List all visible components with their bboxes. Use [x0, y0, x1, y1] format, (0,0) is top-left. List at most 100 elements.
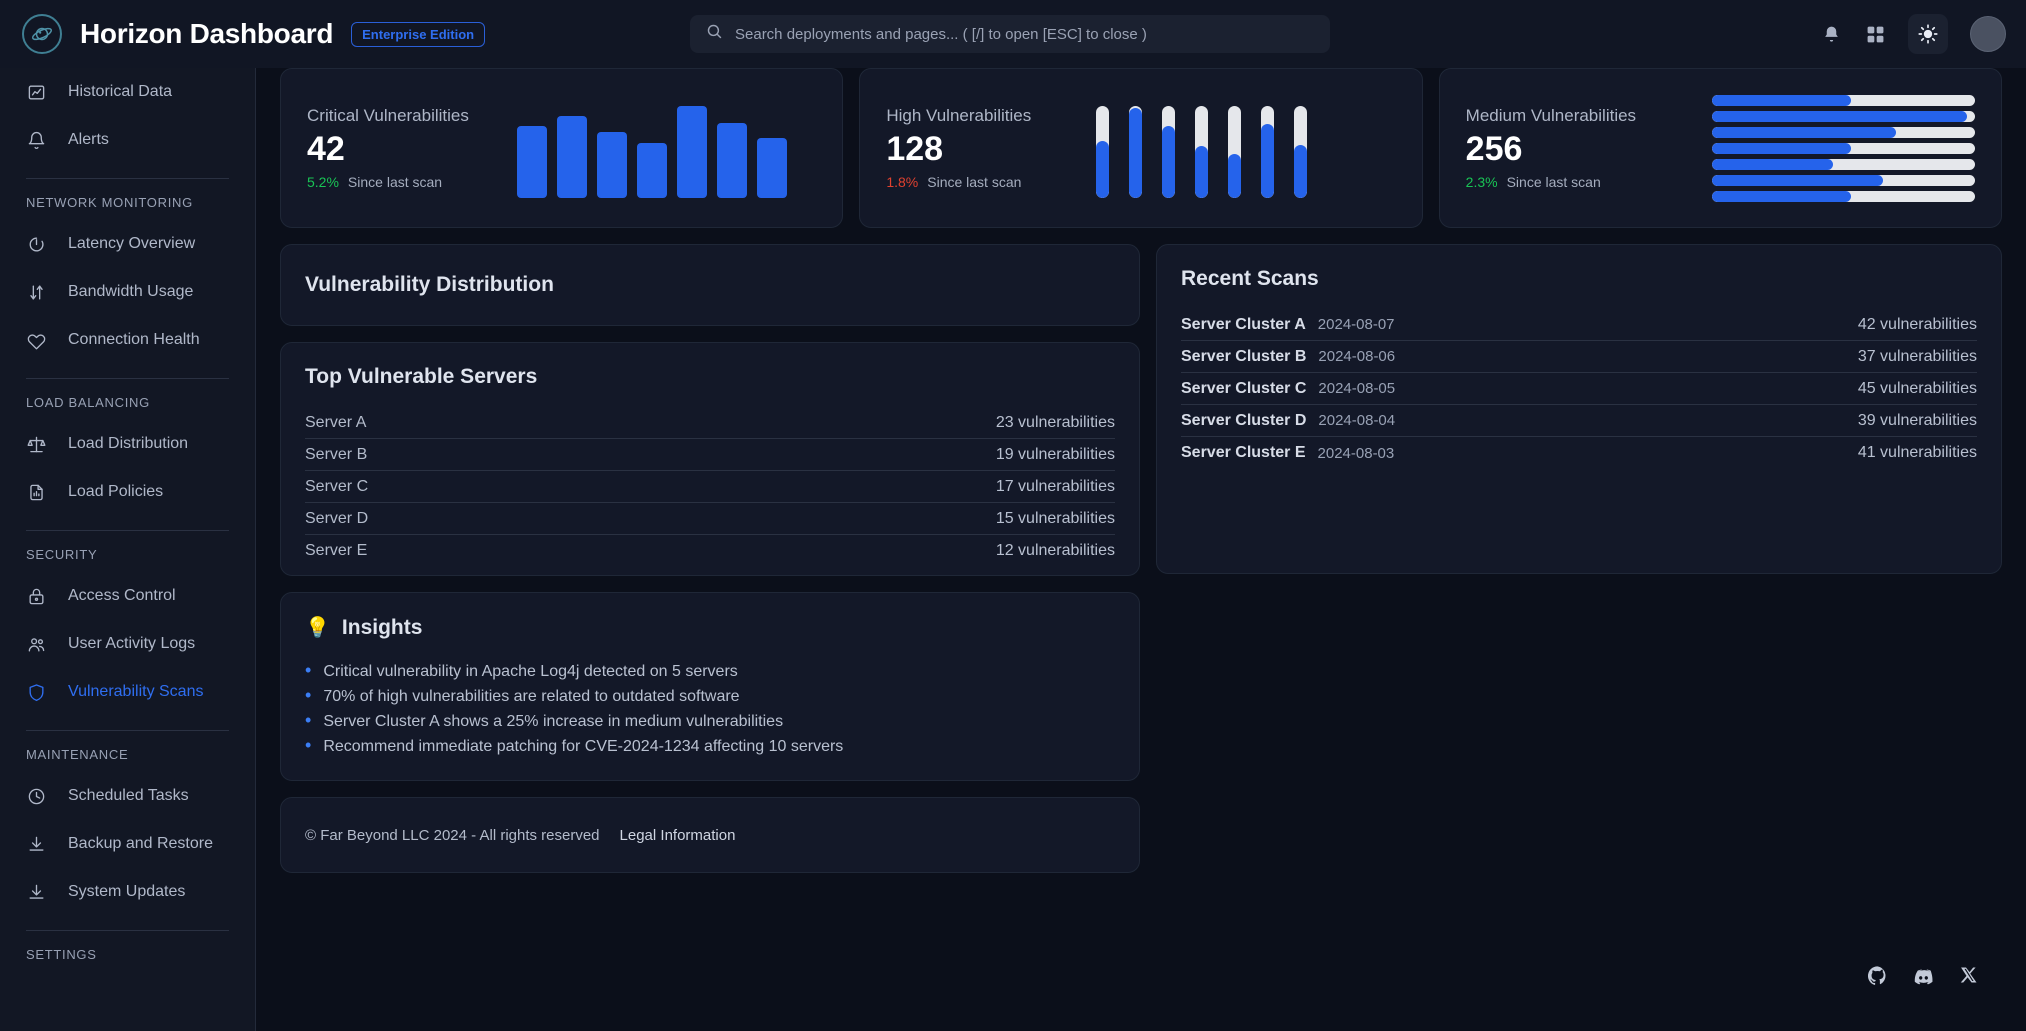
footer-copyright: © Far Beyond LLC 2024 - All rights reser… [305, 826, 600, 844]
stat-text: High Vulnerabilities 128 1.8% Since last… [886, 106, 1096, 189]
delta-note: Since last scan [347, 173, 443, 190]
scan-row[interactable]: Server Cluster C 2024-08-05 45 vulnerabi… [1181, 373, 1977, 405]
insight-text: Critical vulnerability in Apache Log4j d… [323, 663, 738, 680]
sidebar-item-scheduled-tasks[interactable]: Scheduled Tasks [26, 772, 229, 820]
discord-icon[interactable] [1913, 966, 1934, 992]
sidebar-item-latency-overview[interactable]: Latency Overview [26, 220, 229, 268]
theme-toggle-icon[interactable] [1908, 14, 1948, 54]
notifications-icon[interactable] [1820, 23, 1842, 45]
progress-bar-6 [1711, 174, 1975, 186]
sidebar-item-label: Connection Health [68, 331, 200, 348]
progress-bar-3 [1162, 106, 1176, 198]
server-row[interactable]: Server A 23 vulnerabilities [305, 407, 1115, 439]
sidebar-divider [26, 530, 229, 531]
server-row[interactable]: Server D 15 vulnerabilities [305, 503, 1115, 535]
scan-row[interactable]: Server Cluster A 2024-08-07 42 vulnerabi… [1181, 309, 1977, 341]
stat-text: Critical Vulnerabilities 42 5.2% Since l… [307, 106, 517, 189]
x-icon[interactable] [1960, 966, 1978, 992]
shield-icon [26, 682, 46, 702]
sidebar-item-alerts[interactable]: Alerts [26, 116, 229, 164]
scan-vulnerability-count: 39 vulnerabilities [1857, 411, 1977, 429]
search-box[interactable] [690, 15, 1330, 53]
server-row[interactable]: Server B 19 vulnerabilities [305, 439, 1115, 471]
sidebar-section-title: NETWORK MONITORING [26, 195, 193, 210]
bar-1 [517, 126, 547, 198]
sidebar[interactable]: Historical Data Alerts NETWORK MONITORIN… [0, 68, 256, 1031]
sidebar-divider [26, 730, 229, 731]
sidebar-section-title: MAINTENANCE [26, 747, 129, 762]
progress-bar-2 [1129, 106, 1143, 198]
sidebar-item-system-updates[interactable]: System Updates [26, 868, 229, 916]
heart-icon [26, 330, 46, 350]
panel-title: Insights [341, 615, 423, 639]
github-icon[interactable] [1867, 966, 1887, 992]
chart-line-icon [26, 82, 46, 102]
scan-row[interactable]: Server Cluster B 2024-08-06 37 vulnerabi… [1181, 341, 1977, 373]
scan-row[interactable]: Server Cluster D 2024-08-04 39 vulnerabi… [1181, 405, 1977, 437]
server-vulnerability-count: 12 vulnerabilities [995, 542, 1115, 559]
scan-date: 2024-08-03 [1317, 444, 1395, 462]
users-icon [26, 634, 46, 654]
stat-cards-row: Critical Vulnerabilities 42 5.2% Since l… [280, 68, 2002, 228]
server-row[interactable]: Server E 12 vulnerabilities [305, 535, 1115, 567]
scan-cluster-name: Server Cluster D [1181, 411, 1307, 429]
scan-cluster-name: Server Cluster B [1181, 347, 1307, 365]
brand: Horizon Dashboard Enterprise Edition [0, 14, 486, 54]
footer-social [1867, 966, 1978, 992]
sidebar-item-access-control[interactable]: Access Control [26, 572, 229, 620]
stat-card-critical: Critical Vulnerabilities 42 5.2% Since l… [280, 68, 844, 228]
apps-grid-icon[interactable] [1864, 23, 1886, 45]
scan-date: 2024-08-04 [1318, 412, 1396, 429]
sidebar-item-label: User Activity Logs [68, 635, 196, 652]
download-icon [26, 882, 46, 902]
sidebar-item-connection-health[interactable]: Connection Health [26, 316, 229, 364]
progress-bar-1 [1096, 106, 1110, 198]
stat-delta: 2.3% Since last scan [1466, 174, 1676, 190]
sidebar-item-load-distribution[interactable]: Load Distribution [26, 420, 229, 468]
search-bar[interactable] [690, 15, 1330, 53]
stat-card-high: High Vulnerabilities 128 1.8% Since last… [859, 68, 1423, 228]
sidebar-item-historical-data[interactable]: Historical Data [26, 68, 229, 116]
avatar[interactable] [1970, 16, 2006, 52]
sidebar-item-bandwidth-usage[interactable]: Bandwidth Usage [26, 268, 229, 316]
progress-bar-7 [1711, 190, 1975, 202]
scan-cluster-name: Server Cluster C [1181, 379, 1307, 397]
sidebar-item-label: Latency Overview [68, 235, 196, 252]
scan-cluster-name: Server Cluster E [1181, 444, 1306, 461]
stat-value: 42 [307, 130, 345, 169]
stat-delta: 5.2% Since last scan [307, 174, 517, 190]
stat-label: Medium Vulnerabilities [1465, 106, 1637, 126]
sidebar-item-label: Backup and Restore [68, 835, 213, 852]
top-actions [1820, 0, 2006, 68]
server-name: Server B [305, 445, 368, 463]
bar-6 [717, 123, 747, 198]
scan-cluster-name: Server Cluster A [1181, 315, 1306, 333]
delta-note: Since last scan [927, 173, 1022, 190]
right-column: Recent Scans Server Cluster A 2024-08-07… [1156, 244, 2002, 574]
sidebar-item-label: Scheduled Tasks [68, 787, 189, 804]
app-title: Horizon Dashboard [80, 18, 334, 49]
sidebar-item-backup-and-restore[interactable]: Backup and Restore [26, 820, 229, 868]
insight-text: Recommend immediate patching for CVE-202… [323, 738, 844, 755]
search-input[interactable] [735, 25, 1314, 43]
progress-bar-7 [1294, 106, 1308, 198]
sidebar-item-label: Alerts [68, 131, 109, 148]
sidebar-item-user-activity-logs[interactable]: User Activity Logs [26, 620, 229, 668]
scan-row[interactable]: Server Cluster E 2024-08-03 41 vulnerabi… [1181, 437, 1977, 469]
legal-information-link[interactable]: Legal Information [620, 827, 736, 844]
server-row[interactable]: Server C 17 vulnerabilities [305, 471, 1115, 503]
recent-scans-card: Recent Scans Server Cluster A 2024-08-07… [1156, 244, 2002, 574]
bullet-icon: • [305, 735, 312, 755]
progress-bar-5 [1711, 158, 1975, 170]
bell-icon [26, 130, 46, 150]
arrows-updown-icon [26, 282, 46, 302]
left-column: Vulnerability Distribution Top Vulnerabl… [280, 244, 1140, 873]
scan-vulnerability-count: 37 vulnerabilities [1857, 347, 1977, 365]
bar-3 [597, 132, 627, 198]
top-bar: Horizon Dashboard Enterprise Edition [0, 0, 2026, 68]
stat-delta: 1.8% Since last scan [886, 174, 1096, 190]
sidebar-item-load-policies[interactable]: Load Policies [26, 468, 229, 516]
insight-item: • 70% of high vulnerabilities are relate… [305, 683, 1115, 708]
sidebar-item-vulnerability-scans[interactable]: Vulnerability Scans [26, 668, 229, 716]
download-icon [26, 834, 46, 854]
